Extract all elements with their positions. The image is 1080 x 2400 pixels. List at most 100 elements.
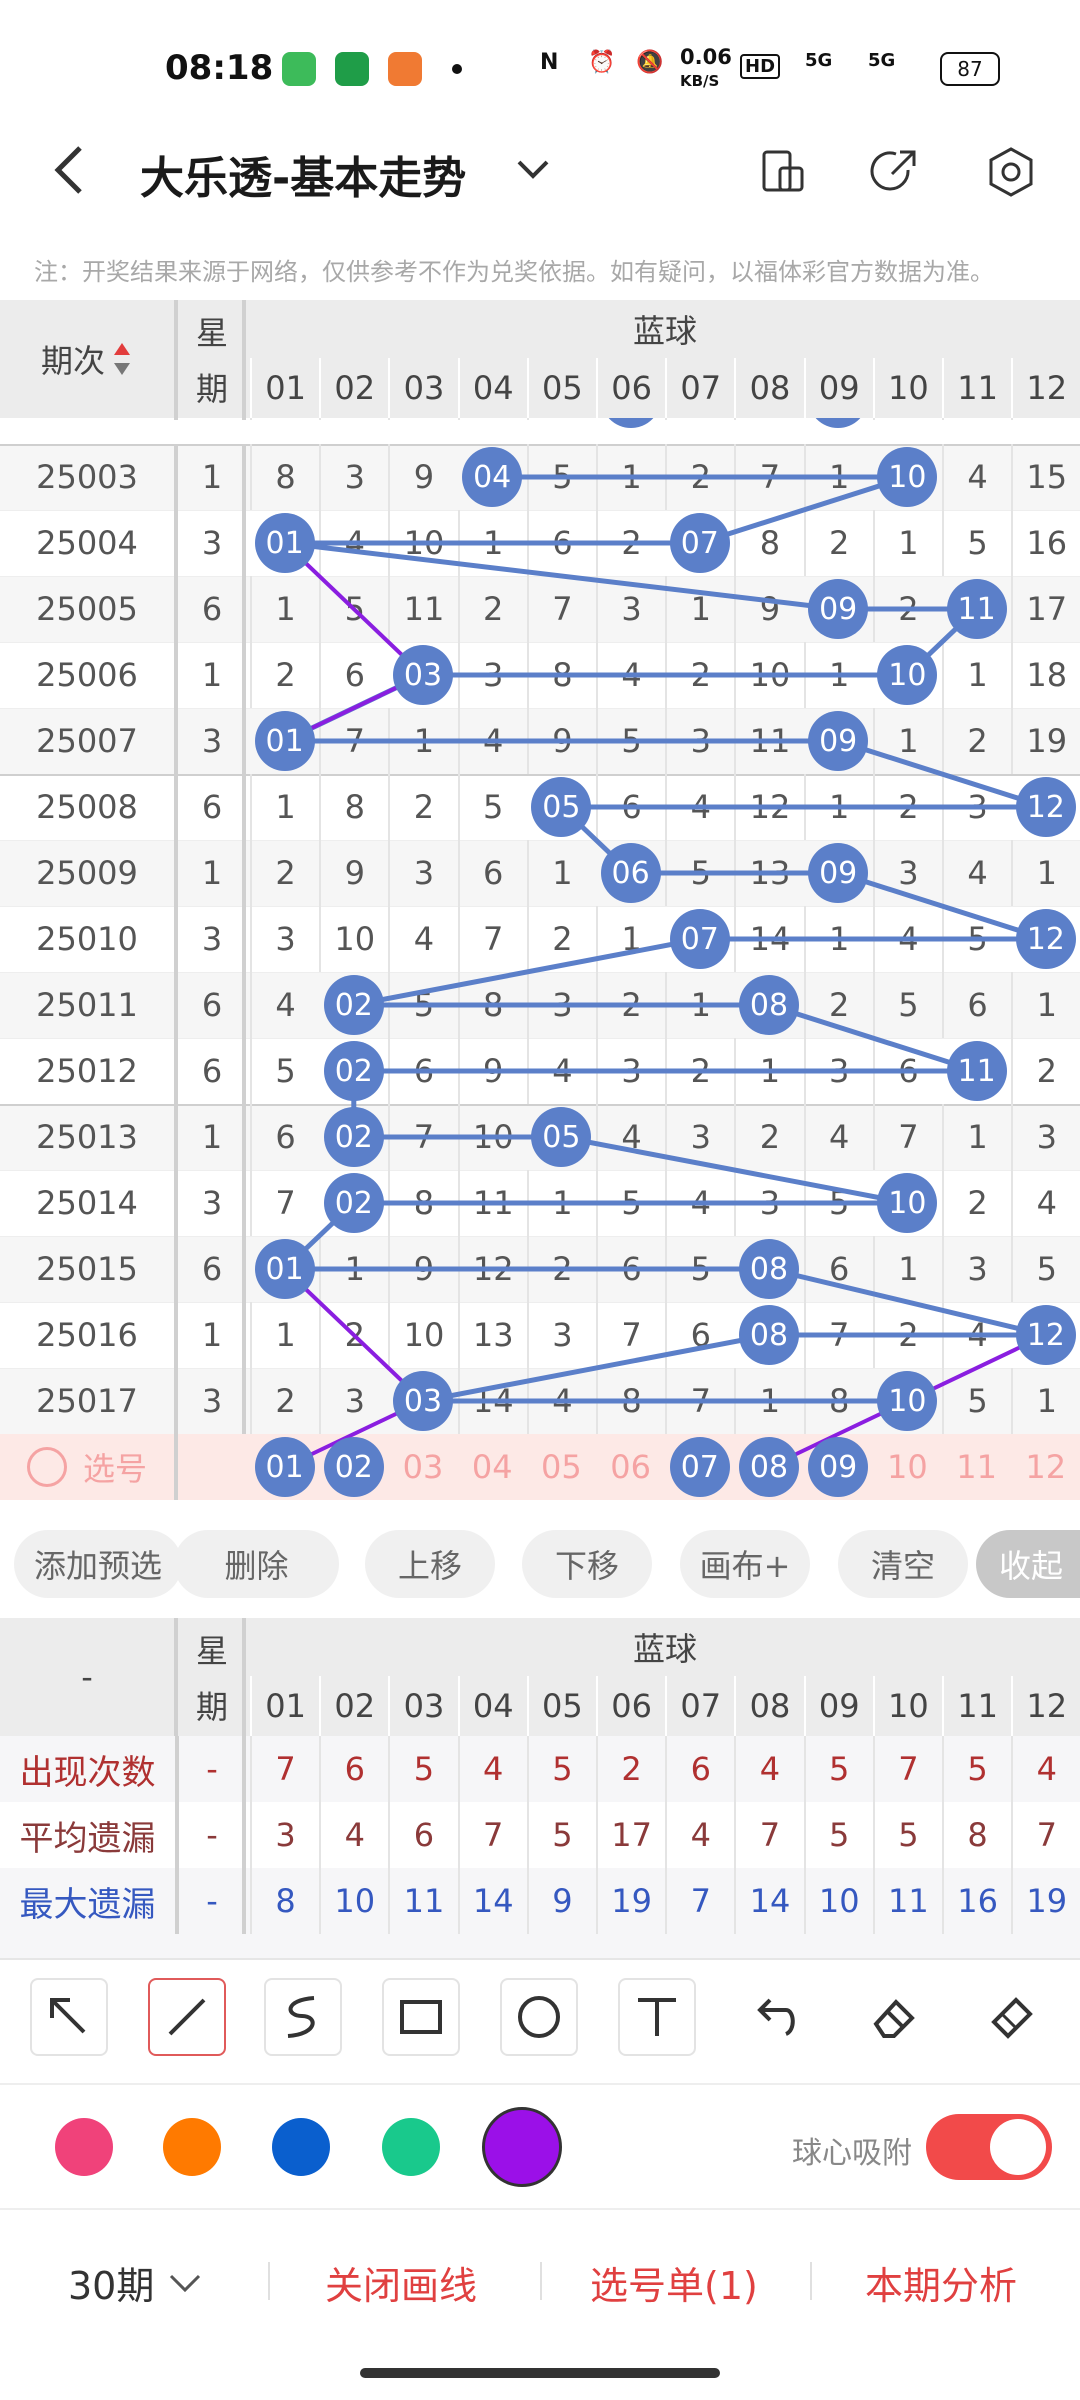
- divider: [0, 2083, 1080, 2085]
- eraser-icon: [873, 1999, 915, 2038]
- hit-ball[interactable]: 08: [739, 1305, 799, 1365]
- hit-ball[interactable]: 11: [946, 1041, 1007, 1101]
- share-icon[interactable]: [868, 146, 920, 198]
- hit-ball[interactable]: 11: [946, 579, 1007, 639]
- hit-ball[interactable]: 04: [462, 447, 523, 507]
- hit-ball[interactable]: 09: [808, 843, 869, 903]
- action-button[interactable]: 收起: [976, 1530, 1080, 1598]
- stats-value: 16: [942, 1868, 1011, 1934]
- hit-ball[interactable]: 12: [1015, 1305, 1076, 1365]
- color-swatch[interactable]: [482, 2107, 562, 2187]
- hit-ball[interactable]: 01: [254, 513, 315, 573]
- hit-ball[interactable]: 05: [531, 1107, 592, 1167]
- stats-column-header: 07: [665, 1676, 734, 1736]
- selected-ball[interactable]: 08: [739, 1437, 799, 1497]
- hit-ball[interactable]: 02: [323, 1107, 384, 1167]
- stats-value: 5: [526, 1802, 596, 1868]
- selected-ball[interactable]: 01: [254, 1437, 315, 1497]
- hit-ball[interactable]: 10: [877, 447, 938, 507]
- stats-value: 8: [250, 1868, 319, 1934]
- color-swatch[interactable]: [382, 2118, 440, 2176]
- action-button[interactable]: 删除: [174, 1530, 339, 1598]
- hit-ball[interactable]: 08: [739, 975, 799, 1035]
- selected-ball[interactable]: 07: [669, 1437, 730, 1497]
- stats-value: 7: [1011, 1802, 1080, 1868]
- hit-ball[interactable]: 12: [1015, 909, 1076, 969]
- hit-ball[interactable]: 01: [254, 711, 315, 771]
- divider: [0, 2208, 1080, 2210]
- status-time: 08:18: [165, 48, 274, 88]
- column-header: 10: [872, 358, 942, 418]
- color-swatch[interactable]: [272, 2118, 330, 2176]
- close-draw-button[interactable]: 关闭画线: [325, 2255, 477, 2310]
- circle-tool-button[interactable]: [500, 1978, 578, 2056]
- text-icon: [638, 1998, 676, 2036]
- home-indicator: [360, 2368, 720, 2378]
- hit-ball[interactable]: 09: [808, 711, 869, 771]
- action-button[interactable]: 画布+: [680, 1530, 810, 1598]
- rect-tool-button[interactable]: [382, 1978, 460, 2056]
- hit-ball[interactable]: 10: [877, 645, 938, 705]
- arrow-tool-button[interactable]: [30, 1978, 108, 2056]
- text-tool-button[interactable]: [618, 1978, 696, 2056]
- color-swatch[interactable]: [163, 2118, 221, 2176]
- chevron-down-icon[interactable]: [515, 156, 551, 184]
- selected-ball[interactable]: 09: [808, 1437, 869, 1497]
- nfc-icon: N: [540, 50, 559, 75]
- stats-value: 4: [734, 1736, 803, 1802]
- hit-ball[interactable]: 02: [323, 1041, 384, 1101]
- stats-value: 5: [872, 1802, 942, 1868]
- action-button[interactable]: 添加预选: [14, 1530, 182, 1598]
- period-selector[interactable]: 30期: [68, 2255, 202, 2310]
- week-header-top: 星: [195, 314, 228, 352]
- blue-ball-header: 蓝球: [632, 312, 697, 350]
- snap-toggle[interactable]: [926, 2114, 1052, 2180]
- stats-week-cell: -: [182, 1802, 246, 1868]
- hit-ball[interactable]: 03: [393, 1371, 453, 1431]
- hit-ball[interactable]: 05: [531, 777, 592, 837]
- hit-ball[interactable]: 01: [254, 1239, 315, 1299]
- line-tool-button[interactable]: [148, 1978, 226, 2056]
- hit-ball[interactable]: 10: [877, 1173, 938, 1233]
- hit-ball[interactable]: 10: [877, 1371, 938, 1431]
- undo-tool-button[interactable]: [736, 1978, 814, 2056]
- color-swatch[interactable]: [55, 2118, 113, 2176]
- hit-ball[interactable]: 08: [739, 1239, 799, 1299]
- trend-balls: 06 09 04 10 01 07 09 11 03 10 01 09 05 12 06 09 07 12 02 08…: [0, 300, 1080, 1515]
- selected-ball[interactable]: 02: [323, 1437, 384, 1497]
- brush-tool-button[interactable]: [972, 1978, 1050, 2056]
- rect-icon: [400, 2000, 442, 2034]
- stats-value: 6: [388, 1802, 457, 1868]
- hit-ball[interactable]: 12: [1015, 777, 1076, 837]
- hit-ball[interactable]: 09: [808, 579, 869, 639]
- action-button[interactable]: 清空: [838, 1530, 968, 1598]
- stats-column-header: 11: [942, 1676, 1011, 1736]
- stats-blue-header: 蓝球: [632, 1630, 697, 1668]
- stats-column-header: 01: [250, 1676, 319, 1736]
- stats-value: 10: [319, 1868, 388, 1934]
- column-header: 03: [388, 358, 457, 418]
- page-title[interactable]: 大乐透-基本走势: [140, 142, 466, 206]
- device-rotate-icon[interactable]: [758, 146, 808, 196]
- stats-column-header: 03: [388, 1676, 457, 1736]
- hit-ball[interactable]: 07: [669, 909, 730, 969]
- hit-ball[interactable]: 06: [600, 843, 661, 903]
- stats-value: 7: [457, 1802, 527, 1868]
- settings-icon[interactable]: [985, 146, 1037, 198]
- analysis-button[interactable]: 本期分析: [865, 2255, 1017, 2310]
- action-button[interactable]: 下移: [522, 1530, 652, 1598]
- hit-ball[interactable]: 07: [669, 513, 730, 573]
- signal-5g-1: 5G: [805, 50, 833, 71]
- action-button[interactable]: 上移: [365, 1530, 495, 1598]
- pick-list-button[interactable]: 选号单(1): [590, 2255, 758, 2310]
- stats-value: 7: [872, 1736, 942, 1802]
- stats-value: 5: [388, 1736, 457, 1802]
- curve-tool-button[interactable]: [264, 1978, 342, 2056]
- column-header: 08: [734, 358, 803, 418]
- eraser-tool-button[interactable]: [854, 1978, 932, 2056]
- back-icon[interactable]: [50, 142, 90, 198]
- hit-ball[interactable]: 03: [393, 645, 453, 705]
- stats-value: 11: [872, 1868, 942, 1934]
- hit-ball[interactable]: 02: [323, 1173, 384, 1233]
- hit-ball[interactable]: 02: [323, 975, 384, 1035]
